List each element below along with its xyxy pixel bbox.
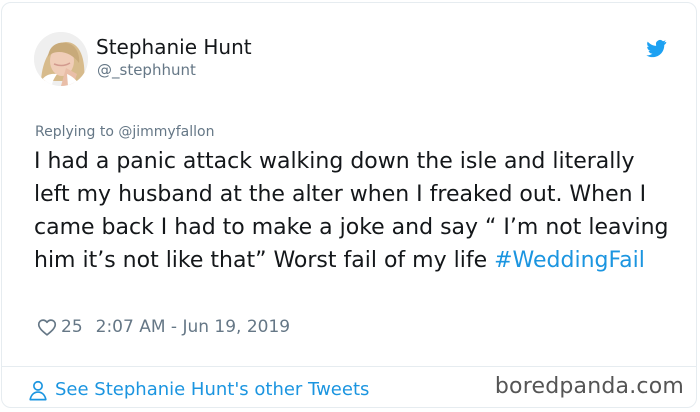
person-icon xyxy=(29,380,47,401)
avatar[interactable] xyxy=(34,32,88,86)
replying-to-label[interactable]: Replying to @jimmyfallon xyxy=(35,123,214,141)
boredpanda-watermark: boredpanda.com xyxy=(494,374,684,399)
tweet-timestamp[interactable]: 2:07 AM - Jun 19, 2019 xyxy=(96,317,291,337)
page: Stephanie Hunt @_stephhunt Replying to @… xyxy=(0,0,700,412)
heart-icon[interactable] xyxy=(36,316,58,338)
footer-divider xyxy=(2,366,696,367)
display-name[interactable]: Stephanie Hunt xyxy=(96,35,252,59)
avatar-image xyxy=(34,32,88,86)
twitter-bird-icon[interactable] xyxy=(644,38,669,58)
user-handle[interactable]: @_stephhunt xyxy=(97,61,196,79)
like-count[interactable]: 25 xyxy=(61,317,83,337)
see-other-tweets-link[interactable]: See Stephanie Hunt's other Tweets xyxy=(27,375,369,405)
tweet-metadata: 25 2:07 AM - Jun 19, 2019 xyxy=(36,314,290,340)
embedded-tweet-card: Stephanie Hunt @_stephhunt Replying to @… xyxy=(1,2,697,408)
tweet-text: I had a panic attack walking down the is… xyxy=(34,145,669,277)
hashtag-link[interactable]: #WeddingFail xyxy=(494,248,645,273)
see-other-tweets-label: See Stephanie Hunt's other Tweets xyxy=(55,379,370,400)
